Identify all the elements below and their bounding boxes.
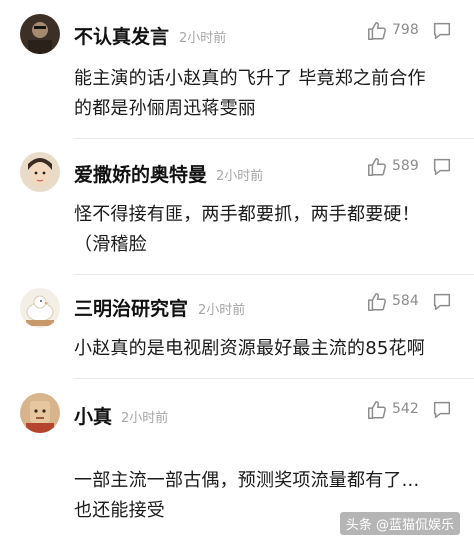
like-button[interactable] bbox=[366, 399, 388, 421]
comment-text: 的都是孙俪周迅蒋雯丽 bbox=[74, 98, 256, 119]
like-count: 798 bbox=[392, 22, 419, 38]
speech-bubble-icon bbox=[433, 401, 451, 419]
thumbs-up-icon bbox=[368, 401, 386, 419]
like-count: 542 bbox=[392, 401, 419, 417]
divider bbox=[74, 138, 474, 139]
watermark: 头条 @蓝猫侃娱乐 bbox=[339, 512, 460, 535]
thumbs-up-icon bbox=[368, 158, 386, 176]
speech-bubble-icon bbox=[433, 158, 451, 176]
avatar[interactable] bbox=[20, 288, 60, 328]
comment-text: （滑稽脸 bbox=[74, 234, 147, 255]
like-count: 584 bbox=[392, 293, 419, 309]
timestamp: 2小时前 bbox=[179, 31, 227, 46]
speech-bubble-icon bbox=[433, 22, 451, 40]
comment-text: 能主演的话小赵真的飞升了 毕竟郑之前合作 bbox=[74, 68, 426, 89]
username[interactable]: 不认真发言 bbox=[74, 22, 169, 49]
reply-button[interactable] bbox=[431, 399, 453, 421]
like-count: 589 bbox=[392, 158, 419, 174]
divider bbox=[74, 274, 474, 275]
reply-button[interactable] bbox=[431, 291, 453, 313]
thumbs-up-icon bbox=[368, 293, 386, 311]
username[interactable]: 小真 bbox=[74, 402, 112, 429]
reply-button[interactable] bbox=[431, 20, 453, 42]
comment-text: 小赵真的是电视剧资源最好最主流的85花啊 bbox=[74, 338, 425, 359]
comment-text: 也还能接受 bbox=[74, 500, 165, 521]
comment-text: 怪不得接有匪，两手都要抓，两手都要硬！ bbox=[74, 204, 420, 225]
avatar[interactable] bbox=[20, 152, 60, 192]
avatar[interactable] bbox=[20, 393, 60, 433]
username[interactable]: 爱撒娇的奥特曼 bbox=[74, 160, 207, 187]
like-button[interactable] bbox=[366, 20, 388, 42]
divider bbox=[74, 378, 474, 379]
comment-text: 一部主流一部古偶，预测奖项流量都有了... bbox=[74, 470, 420, 491]
timestamp: 2小时前 bbox=[121, 411, 169, 426]
username[interactable]: 三明治研究官 bbox=[74, 294, 188, 321]
like-button[interactable] bbox=[366, 291, 388, 313]
timestamp: 2小时前 bbox=[198, 303, 246, 318]
reply-button[interactable] bbox=[431, 156, 453, 178]
like-button[interactable] bbox=[366, 156, 388, 178]
speech-bubble-icon bbox=[433, 293, 451, 311]
thumbs-up-icon bbox=[368, 22, 386, 40]
avatar[interactable] bbox=[20, 14, 60, 54]
timestamp: 2小时前 bbox=[216, 169, 264, 184]
